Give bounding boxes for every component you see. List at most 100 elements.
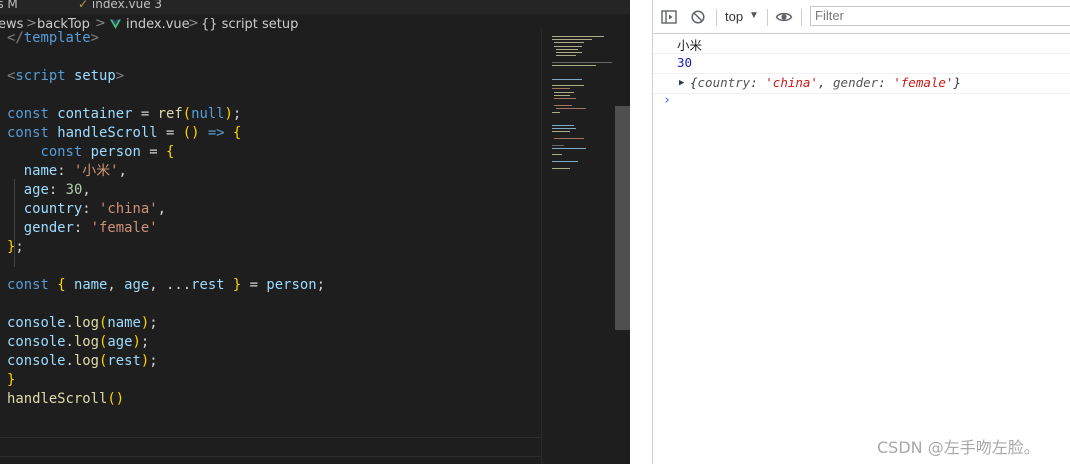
minimap-line — [554, 45, 582, 47]
code-token: ; — [232, 106, 242, 122]
code-token: log — [73, 353, 100, 369]
minimap-line — [554, 42, 584, 44]
code-token: , — [157, 201, 166, 217]
code-token: container — [57, 106, 133, 122]
minimap[interactable] — [541, 29, 616, 464]
chevron-down-icon[interactable]: ▼ — [749, 10, 759, 21]
minimap-line — [554, 98, 576, 100]
context-selector[interactable]: top — [725, 9, 743, 24]
object-key: country — [697, 75, 751, 90]
code-token: : — [48, 182, 58, 198]
eye-icon[interactable] — [775, 8, 793, 26]
code-token: country — [23, 201, 83, 217]
code-token: log — [73, 334, 100, 350]
code-line-12: }; — [7, 238, 24, 257]
code-token: { — [57, 277, 66, 293]
code-token: rest — [107, 353, 141, 369]
object-separator: , — [817, 75, 834, 90]
code-token: ) — [115, 391, 125, 407]
code-token: > — [115, 68, 125, 84]
code-token: , — [118, 163, 127, 179]
code-token: , — [149, 277, 158, 293]
current-line-highlight — [0, 437, 541, 457]
code-token: console — [7, 353, 66, 369]
minimap-line — [556, 108, 586, 110]
filter-input[interactable]: Filter — [810, 6, 1070, 26]
expand-triangle-icon[interactable]: ▶ — [679, 78, 684, 88]
object-preview[interactable]: {country: 'china', gender: 'female'} — [690, 75, 961, 90]
minimap-line — [552, 75, 564, 76]
minimap-line — [556, 55, 576, 57]
editor-tab-bar: js M ✓ index.vue 3 — [0, 0, 630, 14]
minimap-line — [552, 38, 592, 40]
code-token: name — [23, 163, 58, 179]
code-token: ref — [157, 106, 183, 122]
object-value: 'china' — [765, 75, 818, 90]
console-toolbar: top ▼ Filter — [653, 0, 1070, 34]
minimap-line — [552, 128, 576, 129]
code-line-10: country: 'china', — [7, 200, 166, 219]
code-token: ( — [107, 391, 116, 407]
code-token: age — [124, 277, 150, 293]
sidebar-toggle-icon[interactable] — [660, 8, 678, 26]
object-colon: : — [750, 75, 766, 90]
code-token: 'china' — [99, 201, 158, 217]
code-area[interactable]: </template> <script setup> const contain… — [0, 29, 541, 464]
console-message-object[interactable]: ▶ {country: 'china', gender: 'female'} — [653, 73, 1070, 94]
minimap-line — [556, 48, 578, 50]
code-line-11: gender: 'female' — [7, 219, 158, 238]
code-token: : — [82, 201, 91, 217]
object-colon: : — [878, 75, 894, 90]
minimap-line — [552, 62, 612, 63]
console-message-number: 30 — [653, 53, 1070, 74]
code-token: = — [249, 277, 259, 293]
object-value: 'female' — [893, 75, 954, 90]
minimap-line — [552, 124, 574, 126]
code-line-18: console.log(rest); — [7, 352, 158, 371]
code-token: person — [90, 144, 141, 160]
minimap-line — [552, 154, 562, 156]
minimap-line — [552, 35, 604, 37]
editor-scrollbar[interactable] — [615, 36, 630, 464]
code-token: const — [40, 144, 83, 160]
code-editor[interactable]: js M ✓ index.vue 3 ews > backTop > index… — [0, 0, 630, 464]
code-token: { — [232, 125, 242, 141]
code-token: ( — [182, 106, 192, 122]
code-line-6: const handleScroll = () => { — [7, 124, 241, 143]
tab-js-file[interactable]: js M — [0, 0, 18, 13]
code-token: ) — [140, 315, 150, 331]
code-token: const — [7, 125, 49, 141]
clear-console-icon[interactable] — [689, 8, 707, 26]
tab-index-vue[interactable]: ✓ index.vue 3 — [78, 0, 162, 13]
console-prompt[interactable]: › — [663, 93, 671, 108]
minimap-line — [552, 118, 568, 119]
code-token: 30 — [65, 182, 83, 198]
minimap-line — [554, 95, 570, 96]
console-message-string: 小米 — [653, 33, 1070, 54]
editor-scrollbar-thumb[interactable] — [615, 106, 630, 330]
minimap-line — [552, 144, 564, 146]
vue-file-icon: ✓ — [78, 0, 92, 11]
watermark: CSDN @左手吻左脸。 — [877, 438, 1040, 457]
minimap-line — [556, 52, 582, 54]
code-line-5: const container = ref(null); — [7, 105, 241, 124]
code-token: ; — [15, 239, 24, 255]
